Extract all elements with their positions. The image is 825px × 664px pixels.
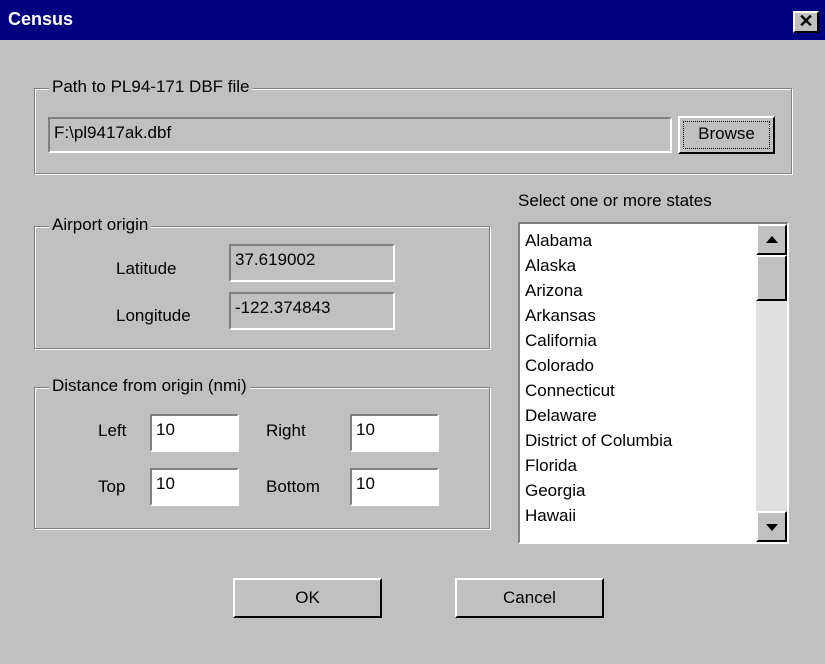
ok-label: OK bbox=[295, 588, 320, 607]
path-group-legend: Path to PL94-171 DBF file bbox=[49, 77, 253, 97]
browse-label: Browse bbox=[683, 121, 770, 149]
list-item[interactable]: Arkansas bbox=[525, 305, 672, 330]
right-label: Right bbox=[266, 421, 306, 440]
scroll-up-button[interactable] bbox=[756, 224, 787, 255]
left-label: Left bbox=[98, 421, 127, 440]
left-field[interactable]: 10 bbox=[150, 414, 239, 452]
arrow-down-icon bbox=[765, 523, 778, 531]
list-item[interactable]: Hawaii bbox=[525, 505, 672, 530]
window-title: Census bbox=[8, 9, 74, 29]
latitude-field[interactable]: 37.619002 bbox=[229, 244, 395, 282]
top-field[interactable]: 10 bbox=[150, 468, 239, 506]
ok-button[interactable]: OK bbox=[233, 578, 382, 618]
longitude-label: Longitude bbox=[116, 306, 191, 325]
close-icon: ✕ bbox=[798, 11, 814, 31]
cancel-button[interactable]: Cancel bbox=[455, 578, 604, 618]
list-item[interactable]: Colorado bbox=[525, 355, 672, 380]
latitude-value: 37.619002 bbox=[235, 250, 316, 269]
left-value: 10 bbox=[156, 420, 175, 439]
latitude-label: Latitude bbox=[116, 259, 177, 278]
arrow-up-icon bbox=[765, 235, 778, 243]
longitude-field[interactable]: -122.374843 bbox=[229, 292, 395, 330]
path-value: F:\pl9417ak.dbf bbox=[54, 123, 172, 142]
path-field[interactable]: F:\pl9417ak.dbf bbox=[48, 117, 672, 153]
states-label: Select one or more states bbox=[518, 191, 712, 210]
list-item[interactable]: District of Columbia bbox=[525, 430, 672, 455]
airport-origin-legend: Airport origin bbox=[49, 215, 152, 235]
list-item[interactable]: Alaska bbox=[525, 255, 672, 280]
close-button[interactable]: ✕ bbox=[793, 11, 819, 33]
scroll-thumb[interactable] bbox=[756, 255, 787, 301]
longitude-value: -122.374843 bbox=[235, 298, 331, 317]
states-scrollbar[interactable] bbox=[756, 224, 787, 542]
list-item[interactable]: Georgia bbox=[525, 480, 672, 505]
list-item[interactable]: Connecticut bbox=[525, 380, 672, 405]
scroll-down-button[interactable] bbox=[756, 511, 787, 542]
list-item[interactable]: California bbox=[525, 330, 672, 355]
list-item[interactable]: Delaware bbox=[525, 405, 672, 430]
cancel-label: Cancel bbox=[503, 588, 556, 607]
top-label: Top bbox=[98, 477, 126, 496]
list-item[interactable]: Florida bbox=[525, 455, 672, 480]
right-field[interactable]: 10 bbox=[350, 414, 439, 452]
bottom-label: Bottom bbox=[266, 477, 320, 496]
list-item[interactable]: Alabama bbox=[525, 230, 672, 255]
right-value: 10 bbox=[356, 420, 375, 439]
states-list: Alabama Alaska Arizona Arkansas Californ… bbox=[525, 230, 672, 530]
distance-group: Distance from origin (nmi) bbox=[34, 376, 490, 529]
browse-button[interactable]: Browse bbox=[678, 116, 775, 154]
states-listbox[interactable]: Alabama Alaska Arizona Arkansas Californ… bbox=[518, 222, 789, 544]
bottom-value: 10 bbox=[356, 474, 375, 493]
top-value: 10 bbox=[156, 474, 175, 493]
bottom-field[interactable]: 10 bbox=[350, 468, 439, 506]
distance-group-legend: Distance from origin (nmi) bbox=[49, 376, 250, 396]
title-bar: Census ✕ bbox=[0, 0, 825, 40]
list-item[interactable]: Arizona bbox=[525, 280, 672, 305]
